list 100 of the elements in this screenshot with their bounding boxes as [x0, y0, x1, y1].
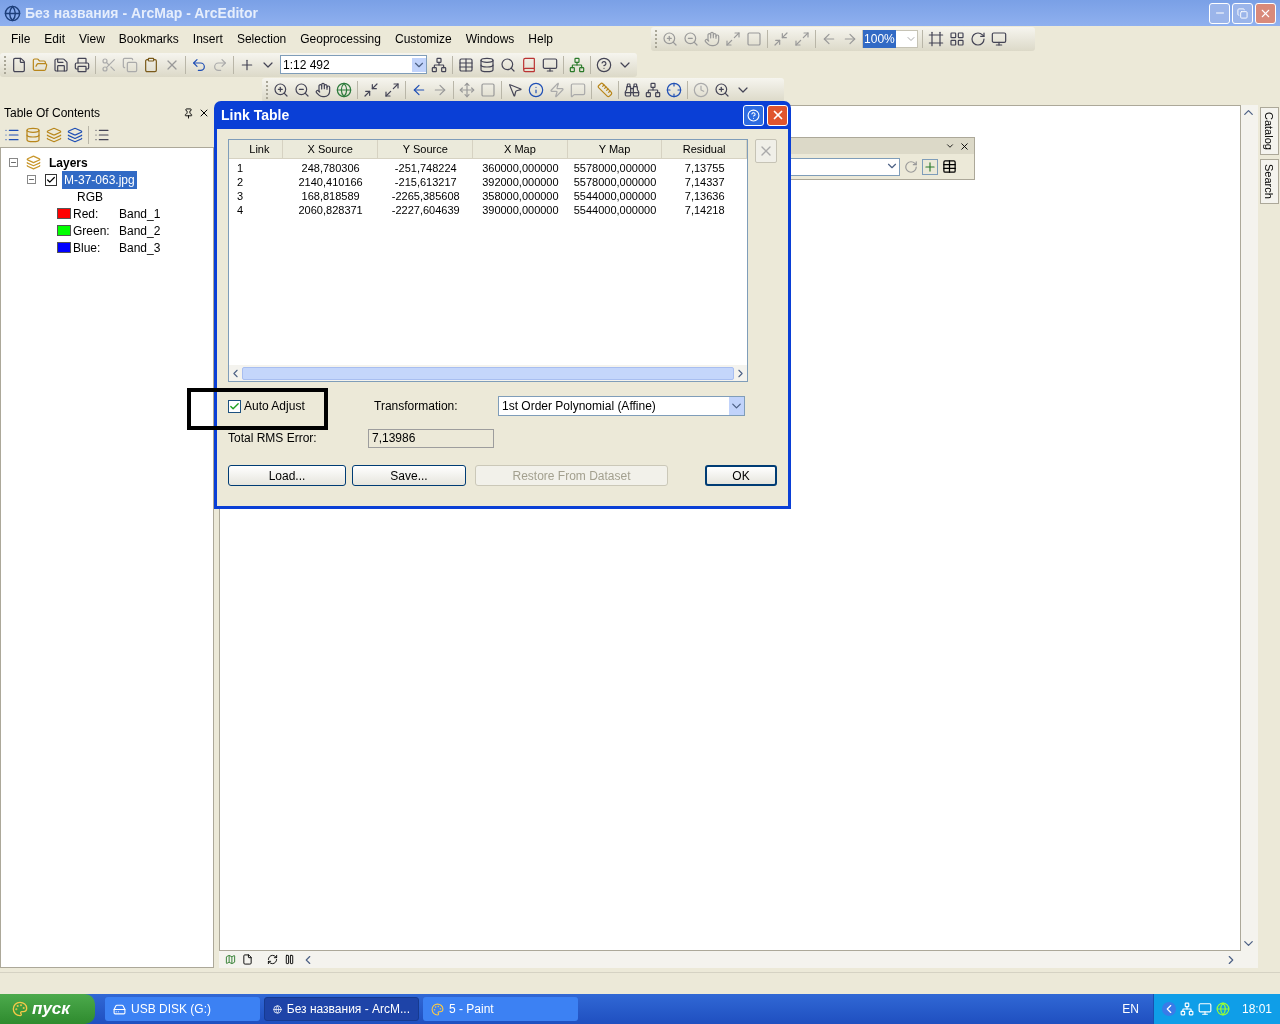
close-icon[interactable]	[198, 107, 210, 119]
table-cell-text: 392000,000000	[481, 174, 560, 190]
band-label: Blue:	[73, 239, 102, 257]
scale-dropdown[interactable]: 1:12 492	[280, 55, 427, 74]
toolbar-menu-icon[interactable]	[945, 141, 955, 151]
menu-item[interactable]: Windows	[465, 30, 515, 48]
taskbar-button[interactable]: Без названия - ArcM...	[264, 997, 419, 1021]
tree-item[interactable]: Layers	[49, 153, 88, 172]
dock-tab[interactable]: Search	[1259, 158, 1279, 204]
language-indicator[interactable]: EN	[1122, 1000, 1139, 1018]
pointer-icon[interactable]	[507, 82, 523, 98]
horizontal-scrollbar[interactable]	[229, 365, 747, 381]
start-button[interactable]: пуск	[0, 994, 95, 1024]
open-folder-icon[interactable]	[32, 56, 48, 73]
zoom-in-icon[interactable]	[273, 82, 289, 98]
column-header[interactable]: Y Map	[567, 140, 663, 158]
network-icon[interactable]	[1179, 1002, 1194, 1016]
save-icon[interactable]	[53, 56, 69, 73]
band-name: Band_2	[119, 222, 161, 240]
table-cell-text: 248,780306	[300, 160, 361, 176]
table-cell-text: 360000,000000	[481, 160, 560, 176]
window-title: Без названия - ArcMap - ArcEditor	[25, 3, 258, 23]
new-document-icon[interactable]	[11, 56, 27, 73]
checkmark-icon	[46, 174, 56, 185]
help-button[interactable]	[743, 104, 764, 126]
pin-icon[interactable]	[183, 107, 194, 119]
back-icon[interactable]	[411, 82, 427, 98]
pause-icon[interactable]	[284, 954, 295, 965]
monitor-icon[interactable]	[1197, 1002, 1212, 1016]
band-label: Green:	[73, 222, 111, 240]
dock-tab[interactable]: Catalog	[1259, 107, 1279, 155]
dialog-button[interactable]: Load...	[228, 465, 346, 486]
table-cell-text: 2	[236, 174, 245, 190]
magnifier-icon[interactable]	[714, 82, 730, 98]
band-name: Band_1	[119, 205, 161, 223]
menu-item[interactable]: Selection	[236, 30, 287, 48]
zoom-out-icon[interactable]	[294, 82, 310, 98]
menu-item[interactable]: View	[79, 30, 105, 48]
minimize-button[interactable]	[1209, 2, 1230, 24]
table-cell-text: -251,748224	[393, 160, 458, 176]
table-cell-text: 7,14218	[683, 202, 726, 218]
table-cell-text: 5544000,000000	[572, 202, 658, 218]
paste-icon[interactable]	[143, 56, 159, 73]
table-cell-text: 3	[236, 188, 245, 204]
app-icon	[4, 4, 21, 22]
identify-icon[interactable]	[528, 82, 544, 98]
measure-icon[interactable]	[597, 82, 613, 98]
menu-item[interactable]: File	[11, 30, 31, 48]
column-header[interactable]: Link	[229, 140, 283, 158]
dialog-button[interactable]: OK	[705, 465, 777, 486]
table-cell-text: 168,818589	[300, 188, 361, 204]
rotate-icon[interactable]	[970, 31, 987, 47]
palette-icon	[431, 1002, 444, 1016]
transformation-dropdown[interactable]: 1st Order Polynomial (Affine)	[498, 396, 745, 416]
clock: 18:01	[1241, 1001, 1272, 1018]
column-header[interactable]: X Map	[473, 140, 568, 158]
menu-item[interactable]: Edit	[44, 30, 66, 48]
column-header[interactable]: X Source	[282, 140, 379, 158]
collapse-toggle[interactable]	[9, 158, 18, 167]
globe-icon[interactable]	[336, 82, 352, 98]
restore-icon	[1237, 7, 1248, 19]
table-cell-text: 7,13755	[683, 160, 726, 176]
grid-icon[interactable]	[949, 31, 966, 47]
table-icon[interactable]	[458, 56, 474, 73]
menu-item[interactable]: Geoprocessing	[300, 30, 381, 48]
pan-icon[interactable]	[315, 82, 331, 98]
auto-adjust-checkbox[interactable]: Auto Adjust	[228, 397, 374, 415]
panel-title: Table Of Contents	[4, 105, 101, 122]
close-icon[interactable]	[959, 140, 970, 152]
caret-icon	[412, 57, 426, 72]
column-header[interactable]: Y Source	[378, 140, 474, 158]
zoom-dropdown[interactable]: 100%	[862, 30, 919, 48]
search-window-icon[interactable]	[500, 56, 516, 73]
menu-item[interactable]: Bookmarks	[118, 30, 179, 48]
rms-field: 7,13986	[368, 428, 494, 448]
refresh-icon[interactable]	[267, 954, 278, 965]
taskbar-button[interactable]: USB DISK (G:)	[105, 997, 260, 1021]
legend-heading: RGB	[77, 188, 103, 206]
table-cell-text: 358000,000000	[481, 188, 560, 204]
data-view-icon[interactable]	[225, 954, 236, 965]
table-cell-text: 7,14337	[683, 174, 726, 190]
table-cell-text: -2265,385608	[390, 188, 461, 204]
collapse-toggle[interactable]	[27, 175, 36, 184]
vertical-scrollbar[interactable]	[1241, 105, 1258, 951]
menu-item[interactable]: Help	[528, 30, 554, 48]
menu-item[interactable]: Insert	[192, 30, 223, 48]
find-icon[interactable]	[624, 82, 640, 98]
show-hidden-icons-icon[interactable]	[1161, 1002, 1176, 1016]
taskbar-button[interactable]: 5 - Paint	[423, 997, 578, 1021]
close-button[interactable]	[767, 104, 788, 126]
column-header[interactable]: Residual	[662, 140, 747, 158]
table-cell-text: 5578000,000000	[572, 160, 658, 176]
menu-item[interactable]: Customize	[394, 30, 452, 48]
layer-checkbox[interactable]	[45, 173, 57, 186]
table-cell-text: 1	[236, 160, 245, 176]
tree-item[interactable]: M-37-063.jpg	[62, 170, 137, 189]
restore-button[interactable]	[1232, 2, 1253, 24]
print-icon[interactable]	[74, 56, 90, 73]
undo-icon[interactable]	[191, 56, 207, 73]
dialog-button[interactable]: Save...	[352, 465, 466, 486]
